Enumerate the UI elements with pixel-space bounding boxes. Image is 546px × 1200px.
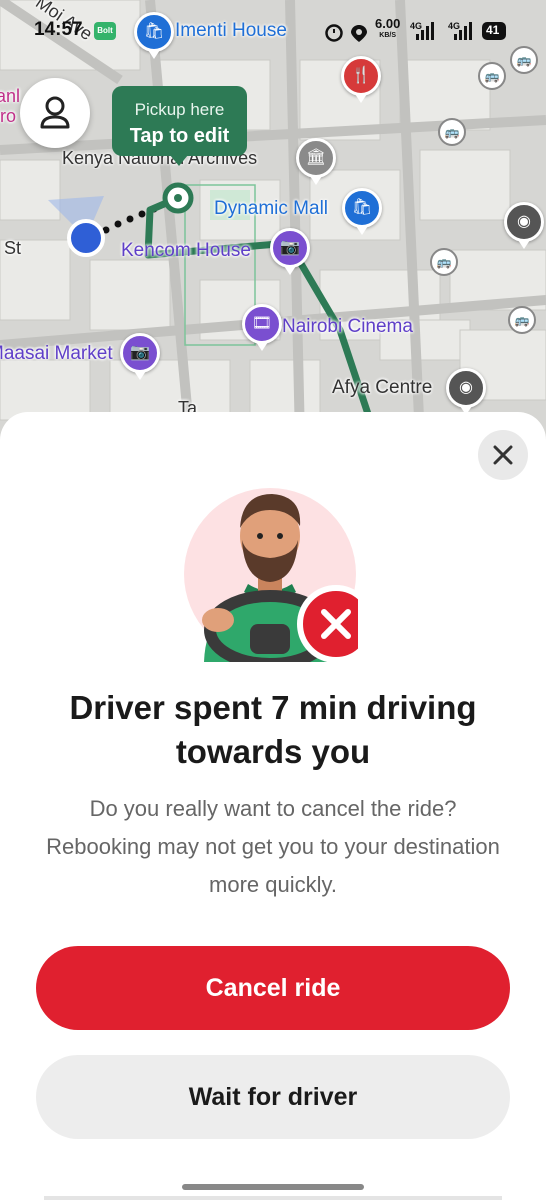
home-indicator[interactable] (182, 1184, 364, 1190)
network-speed: 6.00 KB/S (375, 16, 401, 39)
street-label-st: St (4, 238, 22, 258)
landmark-icon[interactable]: ◉ (446, 368, 486, 415)
film-icon[interactable]: 🎞 (242, 304, 282, 351)
shopping-bag-icon[interactable]: 🛍 (342, 188, 382, 235)
close-button[interactable] (478, 430, 528, 480)
bus-stop-icon[interactable]: 🚌 (438, 118, 466, 146)
museum-icon[interactable]: 🏛 (296, 138, 336, 185)
bottom-divider (44, 1196, 502, 1200)
poi-label-maasai-market[interactable]: Maasai Market (0, 343, 113, 365)
signal-1-label: 4G (410, 21, 422, 31)
left-edge-label: anl iro (0, 86, 21, 126)
pickup-edit-tooltip[interactable]: Pickup here Tap to edit (112, 86, 247, 166)
landmark-icon[interactable]: ◉ (504, 202, 544, 249)
bolt-app-badge: Bolt (94, 22, 116, 40)
cancel-ride-button[interactable]: Cancel ride (36, 946, 510, 1030)
poi-label-nairobi-cinema[interactable]: Nairobi Cinema (282, 316, 413, 338)
poi-label-dynamic-mall[interactable]: Dynamic Mall (214, 198, 328, 220)
profile-button[interactable] (20, 78, 90, 148)
pickup-label: Pickup here (134, 100, 225, 119)
signal-2-label: 4G (448, 21, 460, 31)
map-view[interactable]: anl iro Moi Ave St Ta Imenti House Kenya… (0, 0, 546, 440)
wait-for-driver-button[interactable]: Wait for driver (36, 1055, 510, 1139)
poi-label-afya-centre[interactable]: Afya Centre (332, 377, 432, 399)
bus-stop-icon[interactable]: 🚌 (430, 248, 458, 276)
fork-knife-icon[interactable]: 🍴 (341, 56, 381, 103)
bus-stop-icon[interactable]: 🚌 (508, 306, 536, 334)
alarm-and-location-icons (325, 24, 367, 42)
status-bar: 14:57 Bolt 6.00 KB/S 4G 4G 41 (0, 0, 546, 62)
sheet-subtext: Do you really want to cancel the ride? R… (46, 796, 500, 897)
profile-icon (40, 96, 70, 129)
bus-stop-icon[interactable]: 🚌 (478, 62, 506, 90)
poi-label-kencom-house[interactable]: Kencom House (121, 240, 251, 262)
driver-avatar-illustration (184, 488, 358, 662)
camera-icon[interactable]: 📷 (120, 333, 160, 380)
battery-level: 41 (486, 23, 500, 37)
camera-icon[interactable]: 📷 (270, 228, 310, 275)
close-icon (493, 445, 513, 465)
sheet-headline: Driver spent 7 min driving towards you (69, 689, 477, 770)
pickup-edit-label: Tap to edit (129, 125, 230, 147)
status-time: 14:57 (34, 19, 83, 40)
